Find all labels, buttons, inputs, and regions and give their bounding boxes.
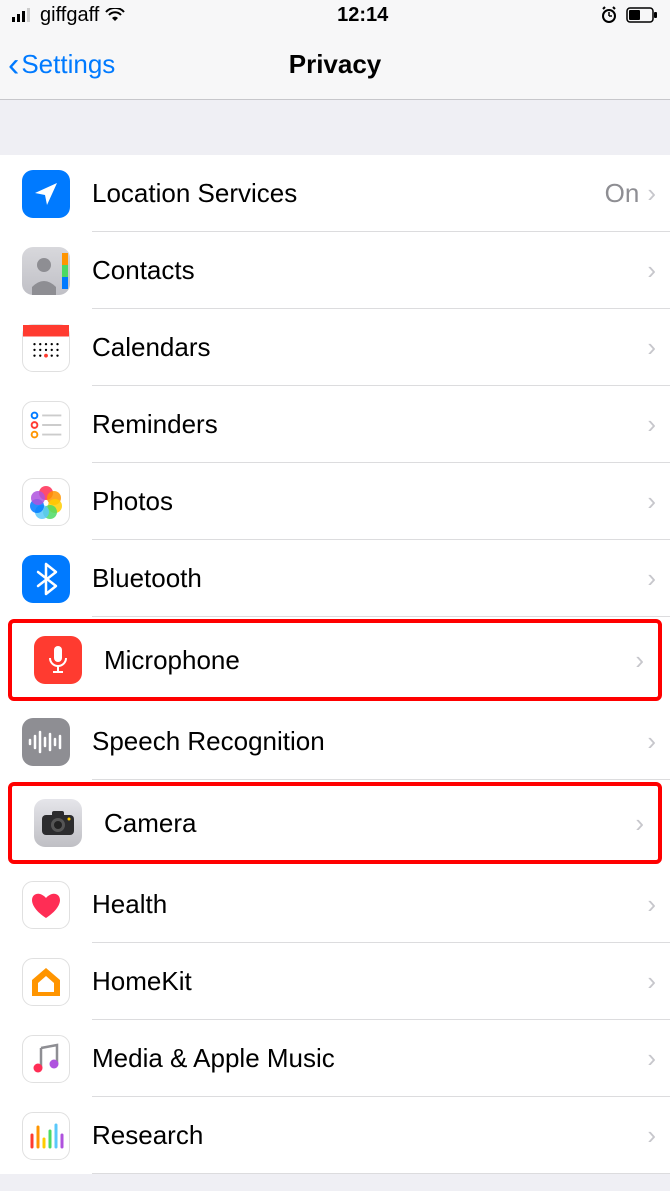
row-location-services[interactable]: Location Services On ›: [0, 155, 670, 232]
row-homekit[interactable]: HomeKit ›: [0, 943, 670, 1020]
location-icon: [22, 170, 70, 218]
chevron-left-icon: ‹: [8, 48, 19, 82]
status-bar: giffgaff 12:14: [0, 0, 670, 30]
row-label: Camera: [104, 808, 635, 839]
row-label: Research: [92, 1120, 647, 1151]
speech-icon: [22, 718, 70, 766]
page-title: Privacy: [289, 49, 382, 80]
battery-icon: [626, 7, 658, 23]
row-label: Microphone: [104, 645, 635, 676]
chevron-right-icon: ›: [647, 409, 656, 440]
row-label: Calendars: [92, 332, 647, 363]
nav-bar: ‹ Settings Privacy: [0, 30, 670, 100]
signal-icon: [12, 8, 34, 22]
chevron-right-icon: ›: [647, 486, 656, 517]
chevron-right-icon: ›: [647, 255, 656, 286]
row-value: On: [605, 178, 640, 209]
section-spacer: [0, 100, 670, 155]
music-icon: [22, 1035, 70, 1083]
camera-icon: [34, 799, 82, 847]
row-photos[interactable]: Photos ›: [0, 463, 670, 540]
row-bluetooth[interactable]: Bluetooth ›: [0, 540, 670, 617]
row-label: Reminders: [92, 409, 647, 440]
microphone-icon: [34, 636, 82, 684]
health-icon: [22, 881, 70, 929]
row-label: Media & Apple Music: [92, 1043, 647, 1074]
reminders-icon: [22, 401, 70, 449]
row-label: Bluetooth: [92, 563, 647, 594]
row-label: HomeKit: [92, 966, 647, 997]
photos-icon: [22, 478, 70, 526]
contacts-icon: [22, 247, 70, 295]
chevron-right-icon: ›: [647, 332, 656, 363]
chevron-right-icon: ›: [647, 563, 656, 594]
chevron-right-icon: ›: [635, 808, 644, 839]
row-research[interactable]: Research ›: [0, 1097, 670, 1174]
bluetooth-icon: [22, 555, 70, 603]
row-label: Photos: [92, 486, 647, 517]
row-speech-recognition[interactable]: Speech Recognition ›: [0, 703, 670, 780]
row-contacts[interactable]: Contacts ›: [0, 232, 670, 309]
homekit-icon: [22, 958, 70, 1006]
row-label: Speech Recognition: [92, 726, 647, 757]
chevron-right-icon: ›: [647, 726, 656, 757]
settings-list: Location Services On › Contacts › Calend…: [0, 155, 670, 1174]
row-camera[interactable]: Camera ›: [8, 782, 662, 864]
chevron-right-icon: ›: [635, 645, 644, 676]
carrier-label: giffgaff: [40, 4, 99, 27]
chevron-right-icon: ›: [647, 178, 656, 209]
row-reminders[interactable]: Reminders ›: [0, 386, 670, 463]
row-microphone[interactable]: Microphone ›: [8, 619, 662, 701]
calendar-icon: [22, 324, 70, 372]
alarm-icon: [600, 6, 618, 24]
research-icon: [22, 1112, 70, 1160]
row-media-apple-music[interactable]: Media & Apple Music ›: [0, 1020, 670, 1097]
row-label: Location Services: [92, 178, 605, 209]
back-label: Settings: [21, 49, 115, 80]
row-health[interactable]: Health ›: [0, 866, 670, 943]
wifi-icon: [105, 8, 125, 22]
time-label: 12:14: [337, 4, 388, 27]
chevron-right-icon: ›: [647, 1120, 656, 1151]
row-label: Health: [92, 889, 647, 920]
row-calendars[interactable]: Calendars ›: [0, 309, 670, 386]
chevron-right-icon: ›: [647, 1043, 656, 1074]
chevron-right-icon: ›: [647, 889, 656, 920]
row-label: Contacts: [92, 255, 647, 286]
chevron-right-icon: ›: [647, 966, 656, 997]
back-button[interactable]: ‹ Settings: [8, 48, 115, 82]
